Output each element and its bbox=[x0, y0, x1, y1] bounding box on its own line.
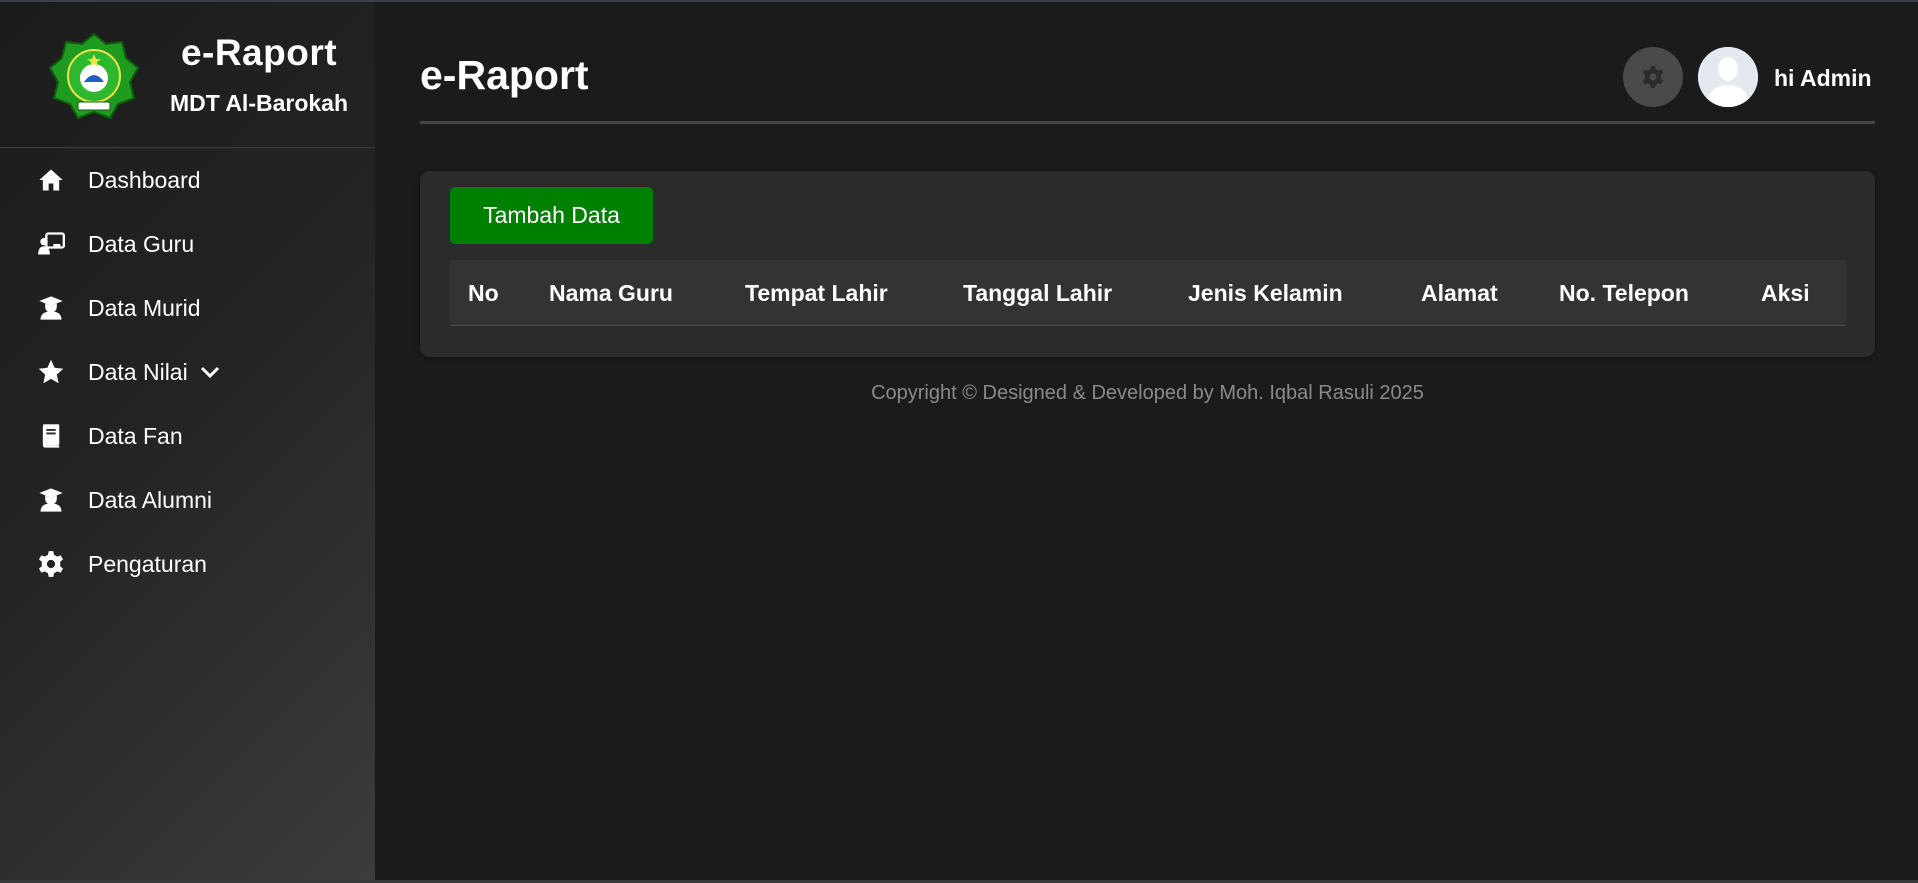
data-table-header: No Nama Guru Tempat Lahir Tanggal Lahir … bbox=[450, 260, 1846, 326]
sidebar-item-data-nilai[interactable]: Data Nilai bbox=[0, 340, 375, 404]
sidebar-item-data-alumni[interactable]: Data Alumni bbox=[0, 468, 375, 532]
gear-icon bbox=[1642, 66, 1664, 88]
sidebar-item-label: Data Nilai bbox=[88, 358, 188, 385]
column-header-no-telepon[interactable]: No. Telepon bbox=[1559, 260, 1689, 326]
sidebar-item-dashboard[interactable]: Dashboard bbox=[0, 148, 375, 212]
sidebar-item-label: Data Alumni bbox=[88, 486, 213, 513]
data-card: Tambah Data No Nama Guru Tempat Lahir Ta… bbox=[420, 171, 1875, 357]
user-avatar-icon bbox=[1698, 47, 1758, 107]
sidebar-brand: e-Raport MDT Al-Barokah bbox=[0, 2, 375, 148]
graduate-icon bbox=[36, 293, 66, 323]
avatar[interactable] bbox=[1698, 47, 1758, 107]
sidebar-item-label: Data Fan bbox=[88, 422, 183, 449]
teacher-board-icon bbox=[36, 229, 66, 259]
sidebar-item-pengaturan[interactable]: Pengaturan bbox=[0, 532, 375, 596]
brand-title: e-Raport bbox=[180, 32, 338, 73]
sidebar: e-Raport MDT Al-Barokah Dashboard Data G… bbox=[0, 2, 375, 880]
column-header-tanggal-lahir[interactable]: Tanggal Lahir bbox=[963, 260, 1112, 326]
sidebar-item-data-guru[interactable]: Data Guru bbox=[0, 212, 375, 276]
add-data-button[interactable]: Tambah Data bbox=[450, 187, 653, 244]
column-header-alamat[interactable]: Alamat bbox=[1421, 260, 1498, 326]
column-header-nama-guru[interactable]: Nama Guru bbox=[549, 260, 673, 326]
home-icon bbox=[36, 165, 66, 195]
footer-copyright: Copyright © Designed & Developed by Moh.… bbox=[871, 382, 1424, 404]
graduate-icon bbox=[36, 485, 66, 515]
column-header-jenis-kelamin[interactable]: Jenis Kelamin bbox=[1188, 260, 1343, 326]
sidebar-item-label: Data Guru bbox=[88, 230, 195, 257]
gear-icon bbox=[36, 549, 66, 579]
sidebar-menu: Dashboard Data Guru Data Murid Data Nila… bbox=[0, 148, 375, 596]
brand-school-name: MDT Al-Barokah bbox=[169, 90, 349, 116]
sidebar-item-data-murid[interactable]: Data Murid bbox=[0, 276, 375, 340]
page-title: e-Raport bbox=[420, 52, 589, 98]
sidebar-item-data-fan[interactable]: Data Fan bbox=[0, 404, 375, 468]
school-logo bbox=[48, 32, 140, 120]
main-content: e-Raport hi Admin Tambah Data No Nama Gu… bbox=[420, 2, 1875, 404]
chevron-down-icon[interactable] bbox=[198, 359, 224, 385]
column-header-aksi[interactable]: Aksi bbox=[1761, 260, 1810, 326]
theme-settings-button[interactable] bbox=[1623, 47, 1683, 107]
user-greeting[interactable]: hi Admin bbox=[1774, 65, 1872, 92]
sidebar-item-label: Data Murid bbox=[88, 294, 201, 321]
star-icon bbox=[36, 357, 66, 387]
page-header: e-Raport hi Admin bbox=[420, 2, 1875, 124]
sidebar-item-label: Pengaturan bbox=[88, 550, 207, 577]
book-icon bbox=[36, 421, 66, 451]
column-header-no[interactable]: No bbox=[468, 260, 499, 326]
column-header-tempat-lahir[interactable]: Tempat Lahir bbox=[745, 260, 888, 326]
sidebar-item-label: Dashboard bbox=[88, 166, 201, 193]
